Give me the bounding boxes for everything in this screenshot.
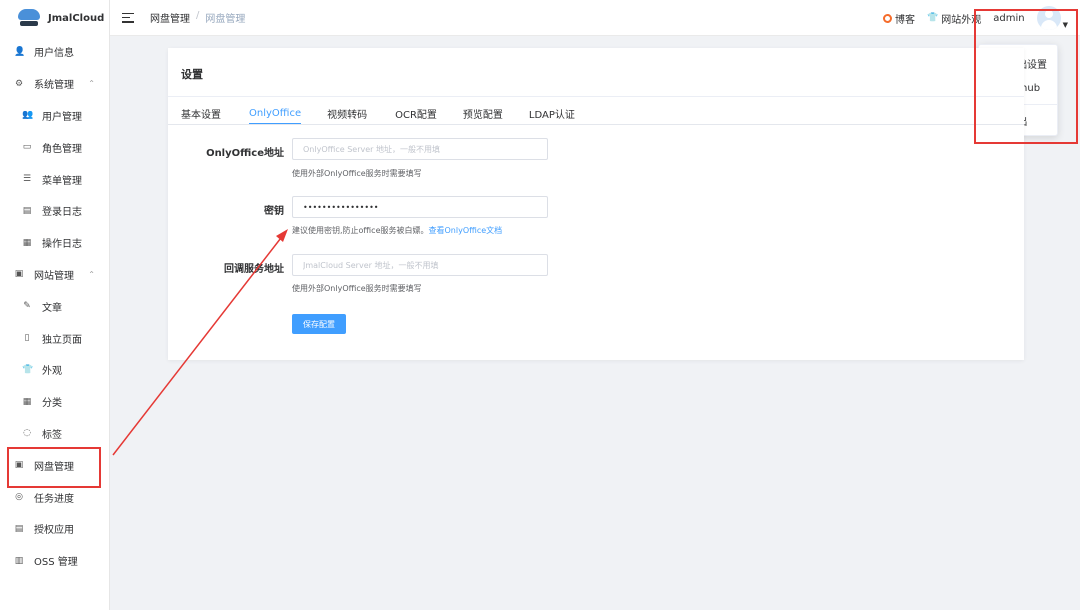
article-icon: ✎: [23, 301, 31, 312]
onlyoffice-server-input[interactable]: [292, 138, 548, 160]
blog-link[interactable]: 博客: [883, 11, 915, 26]
blog-label: 博客: [895, 14, 916, 26]
sidebar: JmalCloud 👤 用户信息 ⚙ 系统管理 ⌃ 👥 用户管理 ▭ 角色管理 ☰ 菜单管理 ▤ 登录日…: [0, 0, 110, 610]
sidebar-item-label: OSS 管理: [34, 557, 78, 569]
tab[interactable]: OnlyOffice: [249, 103, 302, 125]
tab[interactable]: 基本设置: [181, 103, 221, 123]
sidebar-item[interactable]: 👤 用户信息: [0, 36, 109, 68]
sidebar-item[interactable]: ▯ 独立页面: [0, 322, 109, 354]
secret-hint-text: 建议使用密钥,防止office服务被白嫖。: [292, 226, 429, 235]
sidebar-item-label: 菜单管理: [42, 175, 82, 187]
tshirt-icon: 👕: [927, 13, 939, 23]
onlyoffice-server-label: OnlyOffice地址: [206, 148, 284, 159]
app-name: JmalCloud: [48, 12, 105, 24]
callback-server-input[interactable]: [292, 254, 548, 276]
settings-tabs: 基本设置 OnlyOffice 视频转码 OCR配置 预览配置 LDAP认证: [181, 103, 575, 125]
secret-label: 密钥: [264, 206, 284, 217]
users-icon: 👥: [22, 110, 34, 121]
sidebar-item[interactable]: ▤ 授权应用: [0, 513, 109, 545]
tab[interactable]: LDAP认证: [529, 103, 575, 123]
page-title: 设置: [181, 68, 203, 81]
sidebar-item-label: 用户管理: [42, 111, 82, 123]
secret-input[interactable]: [292, 196, 548, 218]
save-config-button[interactable]: 保存配置: [292, 314, 346, 334]
cloud-logo-icon: [18, 9, 40, 27]
sidebar-item[interactable]: ◌ 标签: [0, 418, 109, 450]
page-icon: ▯: [24, 333, 30, 344]
person-icon: 👤: [14, 46, 26, 57]
sidebar-item[interactable]: ▣ 网站管理 ⌃: [0, 259, 109, 291]
onlyoffice-docs-link[interactable]: 查看OnlyOffice文档: [429, 226, 503, 235]
sidebar-item[interactable]: 👕 外观: [0, 354, 109, 386]
blog-icon: [883, 13, 893, 23]
monitor-icon: ▣: [14, 269, 24, 280]
sidebar-item[interactable]: ▥ OSS 管理: [0, 545, 109, 577]
sidebar-item-label: 外观: [42, 366, 62, 378]
chevron-up-icon: ⌃: [88, 79, 95, 89]
sidebar-item-label: 独立页面: [42, 334, 82, 346]
calendar-icon: ▦: [22, 237, 32, 248]
sidebar-item-label: 用户信息: [34, 48, 74, 60]
sidebar-item[interactable]: ▦ 分类: [0, 386, 109, 418]
breadcrumb: 网盘管理 / 网盘管理: [150, 10, 245, 25]
tshirt-icon: 👕: [22, 364, 34, 375]
sidebar-item-label: 网站管理: [34, 270, 74, 282]
sidebar-item-label: 任务进度: [34, 493, 74, 505]
secret-hint: 建议使用密钥,防止office服务被白嫖。查看OnlyOffice文档: [292, 225, 502, 236]
sidebar-item[interactable]: ▤ 登录日志: [0, 195, 109, 227]
sidebar-item[interactable]: 👥 用户管理: [0, 100, 109, 132]
tab[interactable]: OCR配置: [395, 103, 437, 123]
sidebar-menu: 👤 用户信息 ⚙ 系统管理 ⌃ 👥 用户管理 ▭ 角色管理 ☰ 菜单管理 ▤ 登录日志 ▦ 操作日志 ▣ 网站管…: [0, 36, 109, 577]
progress-icon: ◎: [15, 492, 23, 503]
card-divider: [168, 96, 1024, 97]
log-icon: ▤: [22, 205, 32, 216]
breadcrumb-separator: /: [196, 10, 200, 21]
sliders-icon: ☰: [22, 174, 32, 185]
sidebar-item-label: 角色管理: [42, 143, 82, 155]
sidebar-item-label: 分类: [42, 398, 62, 410]
sidebar-item-label: 操作日志: [42, 239, 82, 251]
sidebar-item[interactable]: ⚙ 系统管理 ⌃: [0, 68, 109, 100]
sidebar-item-label: 文章: [42, 302, 62, 314]
database-icon: ▥: [14, 555, 24, 566]
menu-toggle-icon[interactable]: [122, 12, 134, 23]
id-card-icon: ▭: [22, 142, 32, 153]
sidebar-item[interactable]: ✎ 文章: [0, 290, 109, 322]
sidebar-item[interactable]: ☰ 菜单管理: [0, 163, 109, 195]
tag-icon: ◌: [23, 428, 31, 439]
app-logo[interactable]: JmalCloud: [0, 0, 109, 36]
callback-server-hint: 使用外部OnlyOffice服务时需要填写: [292, 284, 422, 293]
callback-server-label: 回调服务地址: [224, 264, 284, 275]
sidebar-item[interactable]: ▭ 角色管理: [0, 131, 109, 163]
category-icon: ▦: [22, 396, 32, 407]
chevron-up-icon: ⌃: [88, 269, 95, 279]
annotation-highlight-dropdown: [974, 9, 1078, 144]
breadcrumb-current: 网盘管理: [205, 14, 246, 25]
sidebar-item-label: 系统管理: [34, 80, 74, 92]
sidebar-item[interactable]: ▦ 操作日志: [0, 227, 109, 259]
sidebar-item-label: 授权应用: [34, 525, 74, 537]
breadcrumb-item[interactable]: 网盘管理: [150, 10, 190, 25]
tab[interactable]: 预览配置: [463, 103, 503, 123]
app-icon: ▤: [14, 523, 24, 534]
tab[interactable]: 视频转码: [327, 103, 367, 123]
settings-card: 设置 基本设置 OnlyOffice 视频转码 OCR配置 预览配置 LDAP认证 Onl…: [168, 48, 1024, 360]
annotation-highlight-netdisk: [7, 447, 101, 488]
onlyoffice-server-hint: 使用外部OnlyOffice服务时需要填写: [292, 169, 422, 178]
sidebar-item-label: 标签: [42, 429, 62, 441]
sidebar-item-label: 登录日志: [42, 207, 82, 219]
top-header: 网盘管理 / 网盘管理 博客 👕 网站外观 admin ▼: [110, 0, 1080, 36]
tabs-underline: [168, 124, 1024, 125]
gear-icon: ⚙: [14, 78, 24, 89]
